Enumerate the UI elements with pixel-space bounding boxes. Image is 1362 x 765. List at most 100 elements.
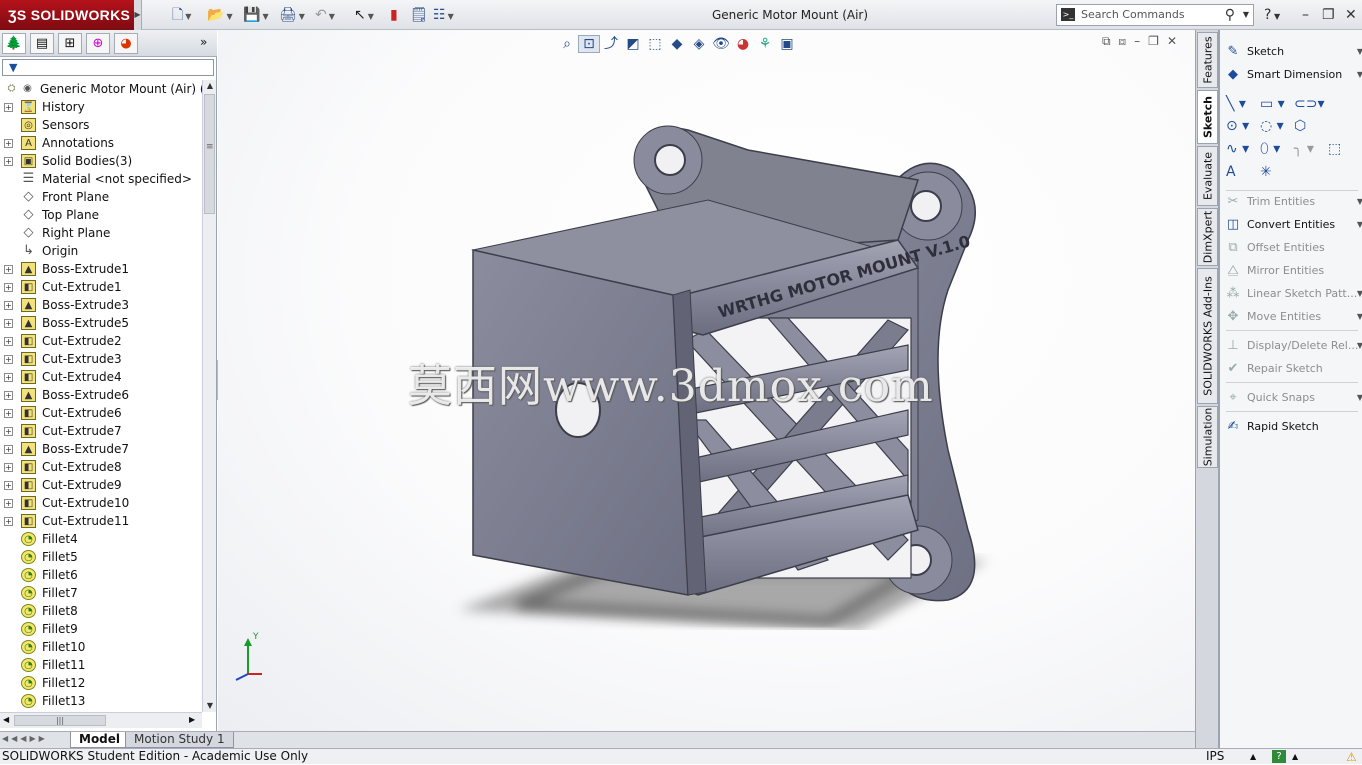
- expand-icon[interactable]: +: [4, 373, 13, 382]
- chevron-down-icon[interactable]: ▼: [1357, 306, 1362, 328]
- rebuild-button[interactable]: ▮: [390, 5, 398, 25]
- file-properties-button[interactable]: 🗒: [410, 5, 428, 25]
- hide-show-items-icon[interactable]: 👁: [710, 36, 732, 52]
- tree-item[interactable]: + A Annotations: [0, 134, 202, 152]
- point-icon[interactable]: ✳: [1260, 164, 1294, 180]
- trim-entities-button[interactable]: ✂ Trim Entities ▼: [1224, 191, 1362, 213]
- expand-icon[interactable]: +: [4, 319, 13, 328]
- ellipse-icon[interactable]: ⬯ ▾: [1260, 141, 1294, 157]
- scroll-up-icon[interactable]: ▲: [204, 80, 216, 92]
- tree-item[interactable]: ◔ Fillet8: [0, 602, 202, 620]
- tree-item[interactable]: + ▲ Boss-Extrude5: [0, 314, 202, 332]
- display-style-icon[interactable]: ◈: [688, 36, 710, 52]
- tab-simulation[interactable]: Simulation: [1197, 406, 1218, 468]
- tree-root[interactable]: ⛭ ◉ Generic Motor Mount (Air) (De: [0, 80, 203, 98]
- edit-appearance-icon[interactable]: ◕: [732, 36, 754, 52]
- tree-item[interactable]: ◔ Fillet4: [0, 530, 202, 548]
- tab-navigation-icons[interactable]: ◀◀◀▶▶: [2, 734, 48, 743]
- scroll-right-icon[interactable]: ▶: [189, 715, 195, 724]
- undo-button[interactable]: ↶ ▼: [315, 5, 335, 25]
- chevron-down-icon[interactable]: ▼: [1357, 64, 1362, 86]
- close-button[interactable]: ✕: [1345, 5, 1357, 25]
- viewport-restore-icon[interactable]: ❐: [1148, 34, 1167, 48]
- sketch-button[interactable]: ✎ Sketch ▼: [1224, 41, 1362, 63]
- tab-motion-study[interactable]: Motion Study 1: [125, 732, 234, 748]
- tree-item[interactable]: + ▣ Solid Bodies(3): [0, 152, 202, 170]
- slot-icon[interactable]: ⊂⊃▾: [1294, 96, 1328, 112]
- section-view-icon[interactable]: ◩: [622, 36, 644, 52]
- restore-button[interactable]: ❐: [1322, 5, 1335, 25]
- tree-item[interactable]: ◇ Top Plane: [0, 206, 202, 224]
- tree-item[interactable]: + ◧ Cut-Extrude10: [0, 494, 202, 512]
- expand-icon[interactable]: +: [4, 391, 13, 400]
- tree-item[interactable]: + ▲ Boss-Extrude1: [0, 260, 202, 278]
- viewport-minimize-icon[interactable]: –: [1134, 34, 1148, 48]
- save-button[interactable]: 💾 ▼: [243, 5, 269, 25]
- help-status-icon[interactable]: ?: [1272, 750, 1286, 763]
- smart-dimension-button[interactable]: ◆ Smart Dimension ▼: [1224, 64, 1362, 86]
- view-settings-icon[interactable]: ▣: [776, 36, 798, 52]
- minimize-button[interactable]: –: [1302, 5, 1309, 25]
- tree-item[interactable]: ◇ Front Plane: [0, 188, 202, 206]
- feature-tree-tab[interactable]: 🌲: [2, 33, 26, 54]
- chevron-down-icon[interactable]: ▼: [1357, 214, 1362, 236]
- expand-icon[interactable]: +: [4, 103, 13, 112]
- move-entities-button[interactable]: ✥ Move Entities ▼: [1224, 306, 1362, 328]
- plane-icon[interactable]: ⬚: [1328, 141, 1344, 157]
- apply-scene-icon[interactable]: ⚘: [754, 36, 776, 52]
- expand-icon[interactable]: +: [4, 499, 13, 508]
- tree-item[interactable]: + ◧ Cut-Extrude3: [0, 350, 202, 368]
- expand-icon[interactable]: +: [4, 157, 13, 166]
- tree-item[interactable]: ◎ Sensors: [0, 116, 202, 134]
- tree-item[interactable]: + ▲ Boss-Extrude7: [0, 440, 202, 458]
- tree-item[interactable]: + ⌛ History: [0, 98, 202, 116]
- tree-item[interactable]: + ▲ Boss-Extrude6: [0, 386, 202, 404]
- arc-icon[interactable]: ◌ ▾: [1260, 118, 1294, 134]
- display-manager-tab[interactable]: ◕: [114, 33, 138, 54]
- rapid-sketch-button[interactable]: ✍ Rapid Sketch: [1224, 416, 1360, 438]
- spline-icon[interactable]: ∿ ▾: [1226, 141, 1260, 157]
- chevron-down-icon[interactable]: ▼: [1357, 191, 1362, 213]
- tree-filter-input[interactable]: ▼: [2, 59, 214, 76]
- tree-item[interactable]: + ◧ Cut-Extrude8: [0, 458, 202, 476]
- viewport-close-icon[interactable]: ✕: [1167, 34, 1185, 48]
- chevron-down-icon[interactable]: ▼: [1357, 335, 1362, 357]
- repair-sketch-button[interactable]: ✔ Repair Sketch: [1224, 358, 1360, 380]
- new-document-button[interactable]: 🗋 ▼: [172, 5, 191, 25]
- line-icon[interactable]: ╲ ▾: [1226, 96, 1260, 112]
- tab-dimxpert[interactable]: DimXpert: [1197, 208, 1218, 266]
- dynamic-annotation-icon[interactable]: ⬚: [644, 36, 666, 52]
- dimxpert-manager-tab[interactable]: ⊕: [86, 33, 110, 54]
- tree-item[interactable]: ◔ Fillet12: [0, 674, 202, 692]
- scroll-thumb-horizontal[interactable]: |||: [14, 715, 106, 726]
- quick-snaps-button[interactable]: ⌖ Quick Snaps ▼: [1224, 387, 1362, 409]
- tree-vertical-scrollbar[interactable]: ▲ ≡ ▼: [202, 80, 216, 712]
- search-commands-input[interactable]: >_ Search Commands ⚲ ▼: [1056, 4, 1254, 26]
- expand-icon[interactable]: +: [4, 409, 13, 418]
- circle-icon[interactable]: ⊙ ▾: [1226, 118, 1260, 134]
- tree-item[interactable]: ◔ Fillet10: [0, 638, 202, 656]
- tree-item[interactable]: ◔ Fillet5: [0, 548, 202, 566]
- view-layout-icon[interactable]: ⧉: [1102, 34, 1119, 48]
- menu-expand-arrow[interactable]: ▶: [134, 0, 142, 30]
- tree-item[interactable]: ◔ Fillet11: [0, 656, 202, 674]
- display-delete-relations-button[interactable]: ⊥ Display/Delete Rel... ▼: [1224, 335, 1362, 357]
- tree-item[interactable]: + ◧ Cut-Extrude9: [0, 476, 202, 494]
- tab-features[interactable]: Features: [1197, 32, 1218, 88]
- configuration-manager-tab[interactable]: ⊞: [58, 33, 82, 54]
- tree-item[interactable]: + ◧ Cut-Extrude2: [0, 332, 202, 350]
- search-icon[interactable]: ⚲: [1225, 5, 1235, 25]
- tree-item[interactable]: + ◧ Cut-Extrude1: [0, 278, 202, 296]
- tree-item[interactable]: ◔ Fillet7: [0, 584, 202, 602]
- mirror-entities-button[interactable]: ⧋ Mirror Entities: [1224, 260, 1360, 282]
- property-manager-tab[interactable]: ▤: [30, 33, 54, 54]
- tree-item[interactable]: ◔ Fillet6: [0, 566, 202, 584]
- tree-horizontal-scrollbar[interactable]: ◀ ||| ▶: [0, 712, 202, 728]
- tree-item[interactable]: ↳ Origin: [0, 242, 202, 260]
- expand-panel-button[interactable]: »: [200, 35, 207, 49]
- offset-entities-button[interactable]: ⧉ Offset Entities: [1224, 237, 1360, 259]
- chevron-down-icon[interactable]: ▼: [1357, 283, 1362, 305]
- scroll-left-icon[interactable]: ◀: [3, 715, 9, 724]
- open-button[interactable]: 📂 ▼: [207, 5, 233, 25]
- zoom-to-fit-icon[interactable]: ⌕: [556, 36, 578, 52]
